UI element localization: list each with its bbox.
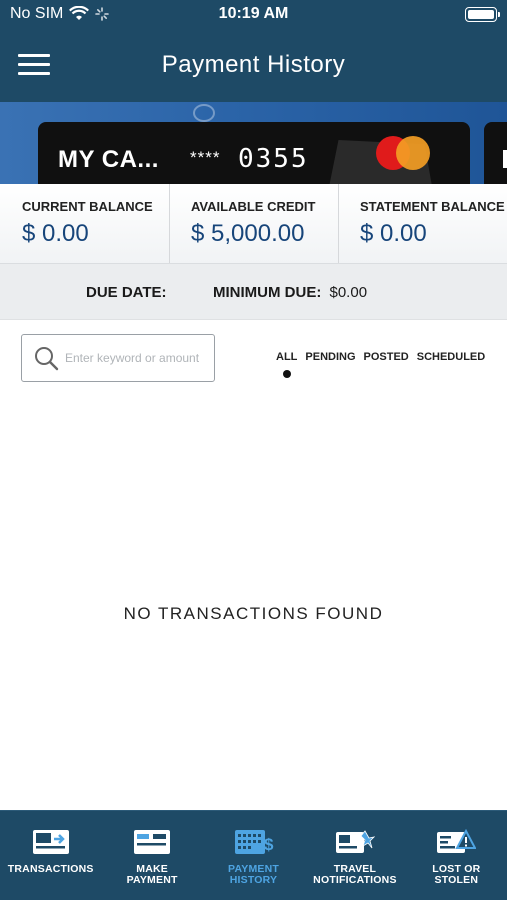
- minimum-due: MINIMUM DUE: $0.00: [213, 284, 367, 301]
- nav-label: MAKE PAYMENT: [126, 863, 178, 886]
- nav-label: LOST OR STOLEN: [432, 863, 481, 886]
- minimum-due-label: MINIMUM DUE:: [213, 284, 322, 301]
- nav-label: TRANSACTIONS: [7, 863, 94, 875]
- page-title: Payment History: [161, 51, 346, 78]
- filter-all[interactable]: ALL: [276, 351, 297, 363]
- selected-filter-indicator: [283, 370, 291, 378]
- balance-value: $ 5,000.00: [191, 220, 305, 247]
- balance-label: CURRENT BALANCE: [22, 199, 153, 214]
- due-info: DUE DATE: MINIMUM DUE: $0.00: [0, 264, 507, 320]
- status-time: 10:19 AM: [218, 5, 289, 22]
- card-carousel[interactable]: MY CA... **** 0355: [0, 102, 507, 184]
- app-header: No SIM 10:19 AM Payment History: [0, 0, 507, 102]
- nav-transactions[interactable]: TRANSACTIONS: [0, 811, 101, 900]
- current-balance: CURRENT BALANCE $ 0.00: [0, 184, 169, 263]
- filter-pending[interactable]: PENDING: [305, 351, 355, 363]
- battery-icon: [465, 7, 500, 22]
- search-input[interactable]: [65, 351, 205, 365]
- nav-lost-or-stolen[interactable]: LOST OR STOLEN: [406, 811, 507, 900]
- balance-value: $ 0.00: [22, 220, 89, 247]
- card-mask: ****: [190, 148, 221, 167]
- nav-label: PAYMENT HISTORY: [228, 863, 280, 886]
- available-credit: AVAILABLE CREDIT $ 5,000.00: [169, 184, 338, 263]
- svg-text:$: $: [264, 835, 274, 854]
- balance-summary: CURRENT BALANCE $ 0.00 AVAILABLE CREDIT …: [0, 184, 507, 264]
- due-date-label: DUE DATE:: [86, 284, 167, 301]
- search-icon: [35, 347, 59, 371]
- next-card-peek[interactable]: [484, 122, 507, 184]
- transactions-icon: [32, 830, 69, 854]
- background-decoration: [193, 104, 215, 122]
- card-last-four: 0355: [238, 144, 309, 174]
- nav-make-payment[interactable]: MAKE PAYMENT: [101, 811, 202, 900]
- make-payment-icon: [134, 830, 171, 854]
- search-box[interactable]: [21, 334, 215, 382]
- nav-travel-notifications[interactable]: TRAVEL NOTIFICATIONS: [304, 811, 405, 900]
- nav-payment-history[interactable]: $ PAYMENT HISTORY: [203, 811, 304, 900]
- payment-history-icon: $: [234, 830, 274, 854]
- nav-label: TRAVEL NOTIFICATIONS: [313, 863, 397, 886]
- balance-value: $ 0.00: [360, 220, 427, 247]
- card-name: MY CA...: [58, 146, 159, 173]
- status-bar: No SIM 10:19 AM: [0, 0, 507, 30]
- bottom-nav: TRANSACTIONS MAKE PAYMENT $ PAYMENT HIST…: [0, 810, 507, 900]
- empty-state-message: NO TRANSACTIONS FOUND: [123, 604, 384, 623]
- balance-label: STATEMENT BALANCE: [360, 199, 505, 214]
- travel-notifications-icon: [335, 830, 375, 853]
- balance-label: AVAILABLE CREDIT: [191, 199, 316, 214]
- statement-balance: STATEMENT BALANCE $ 0.00: [338, 184, 507, 263]
- filter-scheduled[interactable]: SCHEDULED: [417, 351, 485, 363]
- lost-or-stolen-icon: [437, 829, 477, 853]
- mastercard-logo-icon: [376, 136, 432, 170]
- transaction-filter-tabs: ALL PENDING POSTED SCHEDULED: [276, 351, 485, 363]
- filter-posted[interactable]: POSTED: [364, 351, 409, 363]
- minimum-due-value: $0.00: [329, 284, 368, 301]
- credit-card[interactable]: MY CA... **** 0355: [38, 122, 470, 184]
